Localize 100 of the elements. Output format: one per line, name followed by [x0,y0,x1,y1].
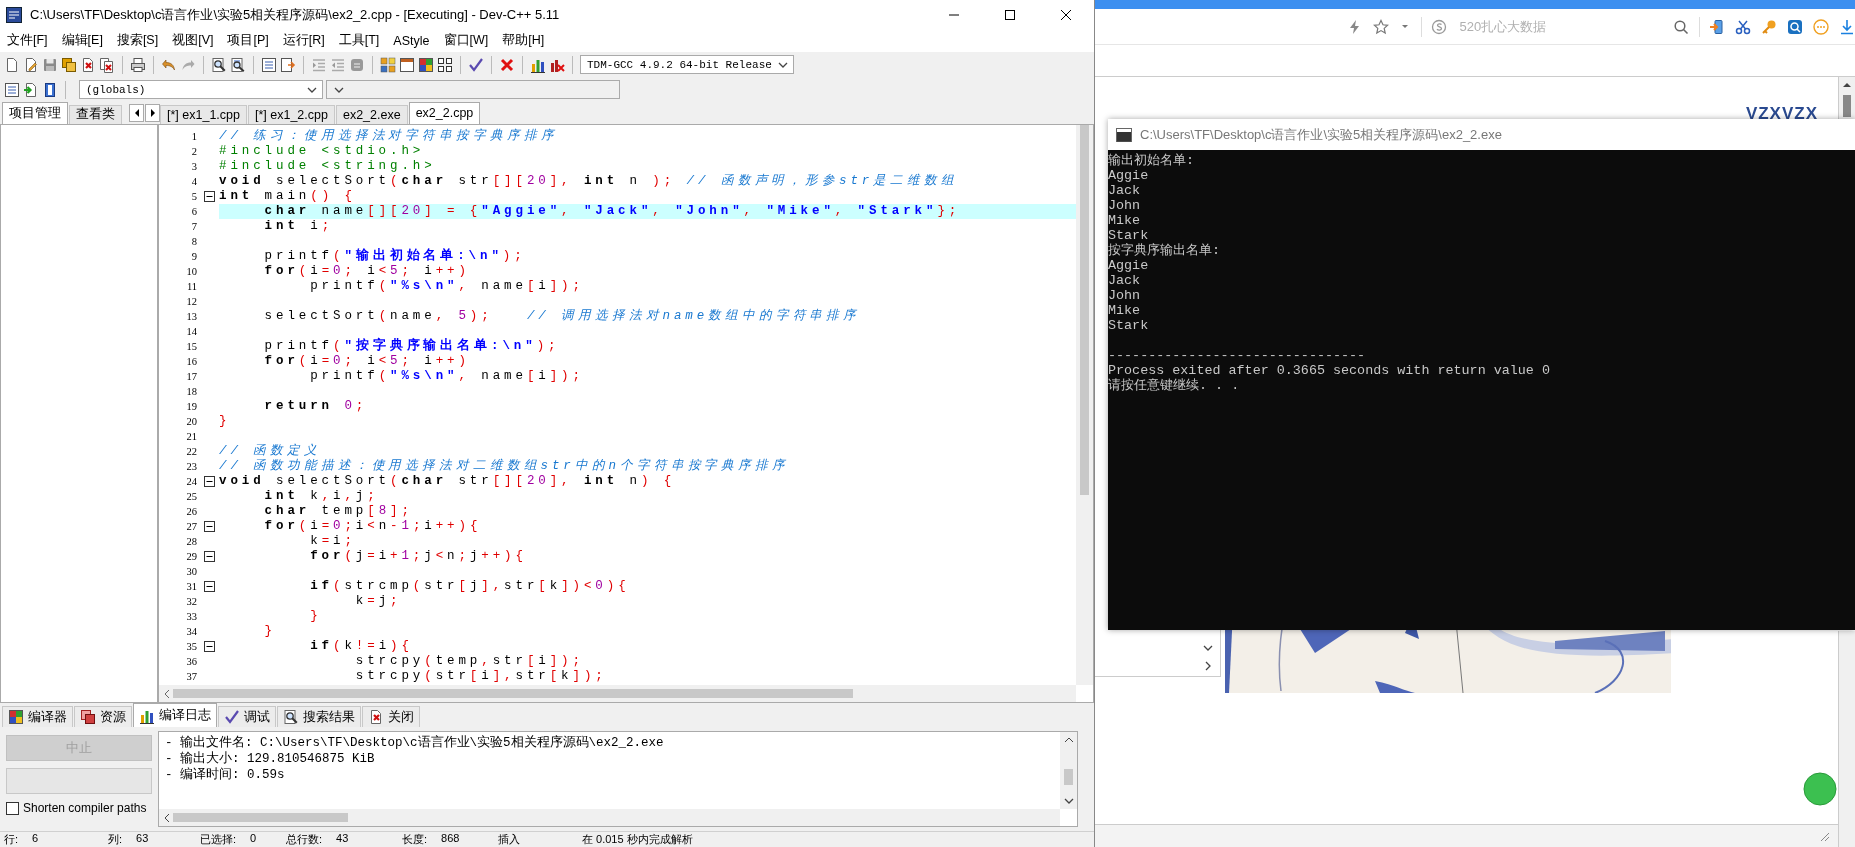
status-label: 在 0.015 秒内完成解析 [582,832,693,847]
file-tab[interactable]: [*] ex1_2.cpp [247,104,335,124]
code-line: if(strcmp(str[j],str[k])<0){ [309,578,631,594]
page-pencil-icon[interactable] [23,56,39,73]
scope-dropdown[interactable]: (globals) [79,80,323,100]
panel-tab[interactable]: 项目管理 [2,101,68,124]
menu-item[interactable]: 工具[T] [331,32,387,50]
menu-item[interactable]: 帮助[H] [495,32,552,50]
file-tab[interactable]: ex2_2.cpp [408,101,481,124]
disks-icon[interactable] [61,56,77,73]
console-line: John [1108,198,1142,213]
checkbox[interactable] [6,801,19,815]
search-field[interactable]: 520扎心大数据 [1457,18,1622,35]
code-line: // 函数定义 [219,443,322,458]
maximize-icon[interactable] [1002,7,1018,23]
menu-item[interactable]: AStyle [386,34,437,48]
search-badge-icon[interactable] [1787,18,1803,35]
close-icon[interactable] [1058,7,1074,23]
pages-cross-icon[interactable] [99,56,115,73]
scrollbar-track[interactable] [1838,631,1855,847]
line-number: 34 [185,625,198,637]
line-number: 14 [185,325,198,337]
search-engine-icon[interactable] [1431,18,1448,35]
status-value: 6 [32,832,39,846]
status-label: 行: [4,832,19,847]
compiler-dropdown[interactable]: TDM-GCC 4.9.2 64-bit Release [580,55,794,75]
download-icon[interactable] [1839,18,1855,35]
console-line: 请按任意键继续. . . [1108,378,1241,393]
device-icon[interactable] [1709,18,1725,35]
tiles-icon[interactable] [380,56,396,73]
panel-tab[interactable]: 编译日志 [133,703,217,728]
window-list-icon[interactable] [261,56,277,73]
menu-item[interactable]: 视图[V] [165,32,221,50]
status-value: 43 [336,832,349,846]
status-label: 长度: [402,832,428,847]
line-number: 10 [185,265,198,277]
window-icon[interactable] [399,56,415,73]
grid-icon[interactable] [437,56,453,73]
scrollbar-thumb[interactable] [1843,95,1851,117]
file-tab[interactable]: [*] ex1_1.cpp [160,104,247,124]
line-number: 31 [185,580,198,592]
key-icon[interactable] [1761,18,1777,35]
menu-item[interactable]: 项目[P] [220,32,276,50]
bookmark-icon[interactable] [42,81,58,98]
check-icon[interactable] [468,56,484,73]
horizontal-scrollbar[interactable] [159,685,1076,703]
scrollbar-thumb[interactable] [173,813,348,822]
console-line: Stark [1108,318,1150,333]
collapse-icon[interactable] [203,520,215,532]
check-icon [224,709,240,726]
line-number: 24 [185,475,198,487]
page-arrow-icon[interactable] [23,81,39,98]
vertical-scrollbar[interactable] [1838,77,1855,119]
line-number: 33 [185,610,198,622]
code-line: int i; [263,218,335,234]
menu-item[interactable]: 搜索[S] [109,32,166,50]
menu-item[interactable]: 文件[F] [0,32,55,50]
window-arrow-icon[interactable] [280,56,296,73]
panel-tab[interactable]: 搜索结果 [277,706,361,728]
vertical-scrollbar[interactable] [1060,732,1077,809]
collapse-icon[interactable] [203,475,215,487]
vertical-scrollbar[interactable] [1076,124,1093,686]
line-number: 26 [185,505,198,517]
line-number: 1 [190,130,198,142]
horizontal-scrollbar[interactable] [159,809,1060,826]
collapse-icon[interactable] [203,640,215,652]
badge-icon[interactable] [1803,772,1837,806]
code-line: if(k!=i){ [309,638,414,654]
scrollbar-thumb[interactable] [1064,769,1073,785]
file-tab[interactable]: ex2_2.exe [335,104,408,124]
code-line: } [219,413,232,429]
code-line: void selectSort(char str[][20], int n) { [219,473,677,489]
panel-tab[interactable]: 调试 [218,706,276,728]
star-icon[interactable] [1373,18,1389,35]
color-grid-icon[interactable] [418,56,434,73]
window-list-icon[interactable] [4,81,20,98]
collapse-icon[interactable] [203,580,215,592]
search-page-icon[interactable] [230,56,246,73]
panel-tab[interactable]: 查看类 [69,104,122,124]
resize-grip-icon[interactable] [1818,830,1830,842]
search-icon[interactable] [211,56,227,73]
panel-tab[interactable]: 关闭 [362,706,420,728]
scissors-icon[interactable] [1735,18,1751,35]
page-cross-icon[interactable] [80,56,96,73]
scrollbar-thumb[interactable] [1080,124,1089,495]
menu-item[interactable]: 窗口[W] [436,32,496,50]
code-line: for(j=i+1;j<n;j++){ [309,548,528,564]
menu-item[interactable]: 运行[R] [275,32,332,50]
code-line: selectSort(name, 5); // 调用选择法对name数组中的字符串排序 [263,308,862,324]
printer-icon[interactable] [130,56,146,73]
scrollbar-thumb[interactable] [173,689,853,699]
collapse-icon[interactable] [203,550,215,562]
panel-tab[interactable]: 资源 [74,706,132,728]
search-icon[interactable] [1672,18,1689,35]
collapse-icon[interactable] [203,190,215,202]
page-icon[interactable] [4,56,20,73]
menu-item[interactable]: 编辑[E] [54,32,110,50]
panel-tab[interactable]: 编译器 [2,706,73,728]
cross-icon[interactable] [499,56,515,73]
app-icon [6,7,22,23]
